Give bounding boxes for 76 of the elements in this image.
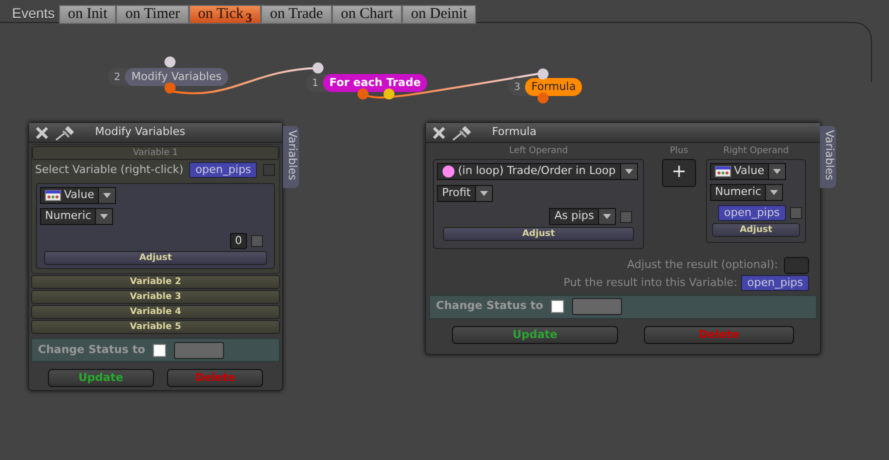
select-label: Select Variable (right-click) xyxy=(35,162,184,178)
checkbox[interactable] xyxy=(620,210,632,222)
node-number: 3 xyxy=(513,80,522,94)
side-tab[interactable]: Variables xyxy=(820,126,836,188)
event-tab[interactable]: on Trade xyxy=(260,5,332,24)
adjust-button[interactable]: Adjust xyxy=(712,223,800,237)
adjust-button[interactable]: Adjust xyxy=(44,251,267,265)
node-label[interactable]: Formula xyxy=(525,78,582,96)
adjust-button[interactable]: Adjust xyxy=(443,227,634,241)
close-icon xyxy=(35,126,49,140)
caret-icon xyxy=(603,214,611,219)
side-tab[interactable]: Variables xyxy=(283,126,299,188)
operand-heading: Right Operand xyxy=(722,145,790,158)
section-header[interactable]: Variable 2 xyxy=(31,275,280,289)
node-number: 2 xyxy=(113,70,122,84)
value-field[interactable]: 0 xyxy=(230,233,247,249)
source-dropdown[interactable]: Value xyxy=(710,162,786,180)
caret-icon xyxy=(624,168,633,174)
connector-pin xyxy=(537,68,549,80)
connector-pin xyxy=(312,62,324,74)
section-header[interactable]: Variable 3 xyxy=(31,290,280,304)
source-dropdown[interactable]: (in loop) Trade/Order in Loop xyxy=(437,162,638,180)
type-dropdown[interactable]: Numeric xyxy=(40,208,114,225)
connector-pin xyxy=(164,82,176,94)
operand-heading: Left Operand xyxy=(508,145,569,158)
event-tab[interactable]: on Deinit xyxy=(402,5,476,24)
event-tab[interactable]: on Chart xyxy=(332,5,402,24)
operator-button[interactable]: + xyxy=(662,158,696,186)
close-icon xyxy=(432,126,446,140)
status-field[interactable] xyxy=(174,342,224,358)
section-header[interactable]: Variable 4 xyxy=(31,305,280,319)
adjust-result-label: Adjust the result (optional): xyxy=(627,257,778,274)
checkbox[interactable] xyxy=(551,300,564,313)
adjust-result-field[interactable] xyxy=(784,257,809,274)
type-dropdown[interactable]: Numeric xyxy=(710,184,784,201)
node-label[interactable]: Modify Variables xyxy=(125,68,228,86)
status-field[interactable] xyxy=(572,298,622,315)
update-button[interactable]: Update xyxy=(48,369,154,387)
operator-heading: Plus xyxy=(668,145,690,158)
update-button[interactable]: Update xyxy=(452,326,618,344)
variable-field[interactable]: open_pips xyxy=(718,205,786,221)
event-tab[interactable]: on Tick$_{3}$ xyxy=(189,5,261,24)
window-title: Formula xyxy=(492,124,536,140)
source-dropdown[interactable]: Value xyxy=(40,186,116,204)
connector-pin xyxy=(383,88,395,100)
caret-icon xyxy=(770,190,778,195)
pin-icon xyxy=(55,124,77,140)
caret-icon xyxy=(100,214,108,219)
result-variable-field[interactable]: open_pips xyxy=(741,275,809,292)
event-tab[interactable]: on Timer xyxy=(116,5,190,24)
connector-pin xyxy=(357,88,369,100)
value-icon xyxy=(715,166,731,176)
mode-dropdown[interactable]: As pips xyxy=(549,208,616,225)
node-label[interactable]: For each Trade xyxy=(323,74,427,92)
checkbox[interactable] xyxy=(263,164,276,176)
checkbox[interactable] xyxy=(153,344,166,356)
pin-icon xyxy=(452,124,474,140)
connector-pin xyxy=(164,56,176,68)
caret-icon xyxy=(773,168,782,174)
event-tab[interactable]: on Init xyxy=(58,5,116,24)
status-label: Change Status to xyxy=(436,298,544,314)
checkbox[interactable] xyxy=(251,235,263,247)
section-header[interactable]: Variable 5 xyxy=(31,320,280,334)
node-number: 1 xyxy=(311,76,320,90)
status-label: Change Status to xyxy=(38,342,146,358)
window-title: Modify Variables xyxy=(95,124,186,140)
caret-icon xyxy=(480,191,488,196)
value-icon xyxy=(45,190,61,200)
field-dropdown[interactable]: Profit xyxy=(437,185,493,202)
events-label: Events xyxy=(12,4,55,23)
loop-dot-icon xyxy=(442,164,455,178)
caret-icon xyxy=(103,192,112,198)
result-variable-label: Put the result into this Variable: xyxy=(564,275,738,291)
variable-field[interactable]: open_pips xyxy=(189,162,258,178)
connector-pin xyxy=(537,92,549,104)
checkbox[interactable] xyxy=(790,207,802,219)
